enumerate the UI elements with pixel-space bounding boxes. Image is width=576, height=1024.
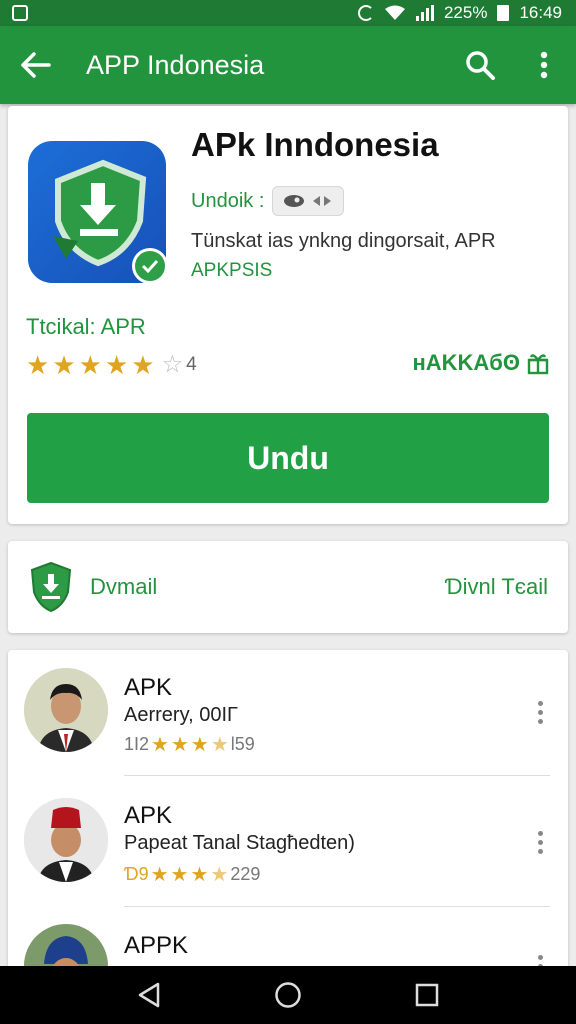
home-circle-icon bbox=[275, 982, 301, 1008]
app-tagline: Ttcikal: APR bbox=[26, 314, 146, 339]
star-icon: ★ bbox=[104, 349, 129, 380]
star-icon: ★ bbox=[52, 349, 76, 380]
detail-card: Dvmaіl Ɗivnl Tєail bbox=[8, 541, 568, 633]
item-more-button[interactable] bbox=[528, 692, 552, 732]
system-nav-bar bbox=[0, 966, 576, 1024]
rating-prefix: Ɗ9 bbox=[124, 864, 149, 884]
list-item[interactable]: APK Aerrery, 00ΙΓ 1І2 ★ ★ ★ ★ Ɩ59 bbox=[8, 650, 568, 780]
brand-text: ʜAKKAбʘ bbox=[412, 350, 520, 375]
divider bbox=[124, 906, 550, 907]
item-more-button[interactable] bbox=[528, 822, 552, 862]
star-icon: ★ bbox=[170, 864, 189, 886]
brand-label[interactable]: ʜAKKAбʘ bbox=[412, 350, 550, 376]
star-icon: ★ bbox=[150, 864, 169, 886]
app-description: Tünskat ias ynkng dingorsait, APR bbox=[191, 230, 496, 252]
app-bar: APP Indonesia bbox=[0, 26, 576, 104]
avatar bbox=[24, 798, 108, 882]
recents-square-icon bbox=[415, 983, 438, 1007]
search-icon bbox=[466, 51, 495, 80]
page-title: APP Indonesia bbox=[86, 49, 265, 80]
star-icon: ★ bbox=[131, 349, 155, 380]
star-icon: ★ bbox=[190, 734, 209, 756]
item-subtitle: Papeat Tanal Stagħedten) bbox=[124, 832, 355, 854]
star-outline-icon: ☆ bbox=[161, 351, 184, 378]
notification-icon bbox=[12, 5, 28, 21]
nav-back-button[interactable] bbox=[119, 966, 179, 1024]
search-button[interactable] bbox=[448, 26, 512, 104]
nav-home-button[interactable] bbox=[258, 966, 318, 1024]
shield-download-icon bbox=[30, 561, 72, 613]
sync-icon bbox=[357, 5, 374, 21]
battery-icon bbox=[497, 5, 510, 21]
verified-badge-icon bbox=[132, 248, 168, 284]
clock-time: 16:49 bbox=[519, 3, 562, 22]
status-bar: 225% 16:49 bbox=[0, 0, 576, 26]
signal-icon bbox=[415, 5, 434, 21]
toggle-chip[interactable] bbox=[272, 186, 345, 216]
app-list: APK Aerrery, 00ΙΓ 1І2 ★ ★ ★ ★ Ɩ59 APK Pa… bbox=[8, 650, 568, 980]
back-button[interactable] bbox=[0, 26, 72, 104]
app-name: APk Inndonesia bbox=[191, 126, 439, 163]
star-half-icon: ★ bbox=[210, 734, 229, 756]
item-title: APK bbox=[124, 674, 173, 701]
rating-count: 4 bbox=[186, 353, 197, 375]
nav-recents-button[interactable] bbox=[397, 966, 457, 1024]
eye-icon bbox=[284, 195, 305, 207]
download-info-row: Undoik : bbox=[191, 186, 345, 216]
rating-suffix: Ɩ59 bbox=[230, 734, 255, 754]
battery-text: 225% bbox=[443, 3, 488, 22]
star-icon: ★ bbox=[26, 349, 50, 380]
more-vert-icon bbox=[540, 51, 548, 79]
item-subtitle: Aerrery, 00ΙΓ bbox=[124, 704, 239, 726]
item-title: APK bbox=[124, 802, 173, 829]
arrows-icon bbox=[313, 196, 332, 206]
item-title: APPK bbox=[124, 932, 189, 959]
divider bbox=[124, 775, 550, 776]
rating-prefix: 1І2 bbox=[124, 734, 150, 754]
avatar bbox=[24, 668, 108, 752]
list-item[interactable]: APK Papeat Tanal Stagħedten) Ɗ9 ★ ★ ★ ★ … bbox=[8, 780, 568, 910]
app-detail-card: APk Inndonesia Undoik : Tünskat ias ynkn… bbox=[8, 106, 568, 524]
app-description-sub: APKPSIS bbox=[191, 260, 273, 281]
download-label: Undoik : bbox=[191, 189, 265, 212]
install-button[interactable]: Undu bbox=[27, 413, 549, 503]
star-icon: ★ bbox=[190, 864, 209, 886]
more-options-button[interactable] bbox=[512, 26, 576, 104]
star-icon: ★ bbox=[151, 734, 169, 756]
wifi-icon bbox=[384, 5, 405, 20]
detail-label: Dvmaіl bbox=[90, 574, 158, 599]
app-rating: ★ ★ ★ ★ ★ ☆ 4 bbox=[26, 350, 197, 379]
detail-link[interactable]: Ɗivnl Tєail bbox=[445, 574, 548, 600]
rating-suffix: 229 bbox=[230, 864, 261, 884]
star-icon: ★ bbox=[78, 349, 102, 380]
star-half-icon: ★ bbox=[210, 864, 229, 886]
back-triangle-icon bbox=[139, 982, 160, 1008]
gift-icon bbox=[527, 354, 549, 375]
item-rating: Ɗ9 ★ ★ ★ ★ 229 bbox=[124, 862, 260, 887]
star-icon: ★ bbox=[170, 734, 189, 756]
item-rating: 1І2 ★ ★ ★ ★ Ɩ59 bbox=[124, 732, 255, 757]
back-arrow-icon bbox=[21, 52, 51, 78]
